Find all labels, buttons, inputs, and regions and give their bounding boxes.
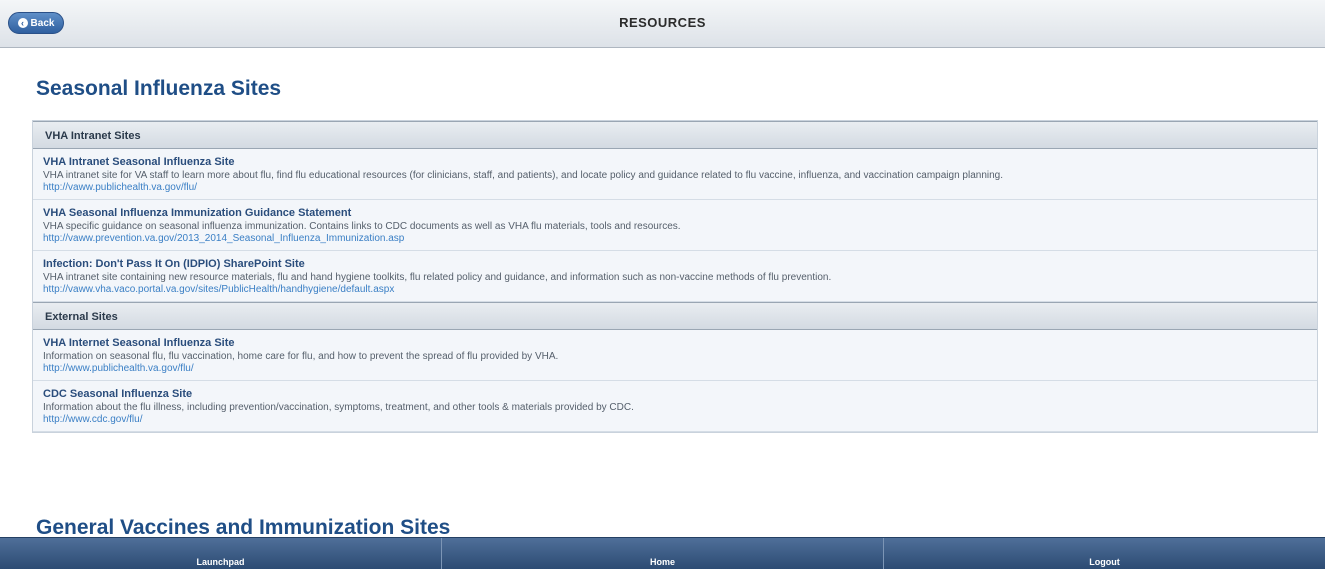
list-item[interactable]: Infection: Don't Pass It On (IDPIO) Shar…: [33, 251, 1317, 302]
item-title[interactable]: CDC Seasonal Influenza Site: [43, 387, 1307, 401]
item-title[interactable]: VHA Seasonal Influenza Immunization Guid…: [43, 206, 1307, 220]
group-header-vha-intranet: VHA Intranet Sites: [33, 121, 1317, 149]
bottom-nav-bar: Launchpad Home Logout: [0, 537, 1325, 569]
item-title[interactable]: VHA Internet Seasonal Influenza Site: [43, 336, 1307, 350]
nav-logout[interactable]: Logout: [884, 538, 1325, 569]
item-link[interactable]: http://vaww.vha.vaco.portal.va.gov/sites…: [43, 284, 1307, 296]
item-description: VHA specific guidance on seasonal influe…: [43, 221, 681, 232]
main-content: Seasonal Influenza Sites VHA Intranet Si…: [0, 49, 1325, 537]
item-description: Information on seasonal flu, flu vaccina…: [43, 351, 559, 362]
page-title: RESOURCES: [619, 15, 706, 30]
resources-page: ‹ Back RESOURCES Seasonal Influenza Site…: [0, 0, 1325, 569]
list-item[interactable]: VHA Seasonal Influenza Immunization Guid…: [33, 200, 1317, 251]
group-header-external: External Sites: [33, 302, 1317, 330]
item-link[interactable]: http://vaww.prevention.va.gov/2013_2014_…: [43, 233, 1307, 245]
list-item[interactable]: VHA Intranet Seasonal Influenza Site VHA…: [33, 149, 1317, 200]
item-description: Information about the flu illness, inclu…: [43, 402, 634, 413]
item-link[interactable]: http://vaww.publichealth.va.gov/flu/: [43, 182, 1307, 194]
nav-home[interactable]: Home: [442, 538, 884, 569]
item-link[interactable]: http://www.publichealth.va.gov/flu/: [43, 363, 1307, 375]
section-title-general-vaccines: General Vaccines and Immunization Sites: [36, 516, 451, 537]
list-item[interactable]: CDC Seasonal Influenza Site Information …: [33, 381, 1317, 432]
seasonal-influenza-list: VHA Intranet Sites VHA Intranet Seasonal…: [32, 120, 1318, 433]
section-title-seasonal-influenza: Seasonal Influenza Sites: [36, 77, 282, 100]
item-link[interactable]: http://www.cdc.gov/flu/: [43, 414, 1307, 426]
item-title[interactable]: Infection: Don't Pass It On (IDPIO) Shar…: [43, 257, 1307, 271]
nav-launchpad[interactable]: Launchpad: [0, 538, 442, 569]
item-description: VHA intranet site containing new resourc…: [43, 272, 832, 283]
list-item[interactable]: VHA Internet Seasonal Influenza Site Inf…: [33, 330, 1317, 381]
item-title[interactable]: VHA Intranet Seasonal Influenza Site: [43, 155, 1307, 169]
header-bar: ‹ Back RESOURCES: [0, 0, 1325, 48]
item-description: VHA intranet site for VA staff to learn …: [43, 170, 1004, 181]
